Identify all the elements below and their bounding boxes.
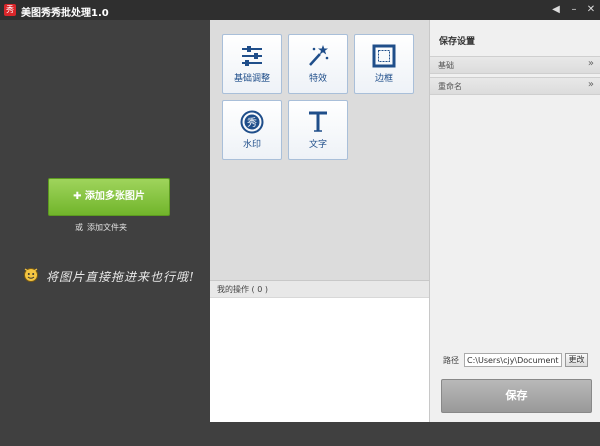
tool-text[interactable]: 文字 bbox=[288, 100, 348, 160]
tool-effects[interactable]: 特效 bbox=[288, 34, 348, 94]
my-operations-list[interactable] bbox=[210, 298, 429, 422]
change-path-button[interactable]: 更改 bbox=[565, 353, 588, 367]
sliders-icon bbox=[242, 46, 262, 66]
my-operations-label: 我的操作 ( 0 ) bbox=[217, 285, 268, 294]
section-basic[interactable]: 基础 » bbox=[430, 56, 600, 74]
or-label: 或 bbox=[75, 223, 83, 232]
add-images-button[interactable]: ✚ 添加多张图片 bbox=[48, 178, 170, 216]
magic-wand-icon bbox=[309, 45, 329, 66]
save-button[interactable]: 保存 bbox=[441, 379, 592, 413]
double-chevron-right-icon: » bbox=[587, 79, 594, 90]
tool-label: 边框 bbox=[374, 74, 393, 84]
window-title: 美图秀秀批处理1.0 bbox=[21, 8, 109, 19]
tool-watermark[interactable]: 秀 水印 bbox=[222, 100, 282, 160]
add-folder-link[interactable]: 添加文件夹 bbox=[87, 222, 127, 233]
tool-label: 水印 bbox=[242, 140, 261, 150]
double-chevron-right-icon: » bbox=[587, 58, 594, 69]
bottom-border bbox=[210, 422, 600, 446]
watermark-icon: 秀 bbox=[240, 110, 264, 134]
app-logo-icon: 秀 bbox=[4, 4, 16, 16]
my-operations-header: 我的操作 ( 0 ) bbox=[210, 280, 429, 298]
save-settings-title: 保存设置 bbox=[439, 37, 476, 47]
drag-hint-text: 将图片直接拖进来也行哦! bbox=[46, 270, 195, 284]
tool-basic-adjust[interactable]: 基础调整 bbox=[222, 34, 282, 94]
tool-frame[interactable]: 边框 bbox=[354, 34, 414, 94]
path-input[interactable] bbox=[464, 353, 562, 367]
svg-text:秀: 秀 bbox=[247, 117, 257, 129]
smiley-icon bbox=[24, 268, 38, 282]
section-label: 重命名 bbox=[438, 82, 462, 91]
section-rename[interactable]: 重命名 » bbox=[430, 77, 600, 95]
text-icon bbox=[309, 111, 327, 132]
tool-label: 基础调整 bbox=[233, 74, 270, 84]
pin-icon[interactable]: ◀ bbox=[548, 2, 564, 18]
frame-icon bbox=[372, 44, 396, 68]
path-label: 路径 bbox=[443, 356, 459, 365]
tool-label: 文字 bbox=[308, 140, 327, 150]
image-drop-area[interactable]: ✚ 添加多张图片 或 添加文件夹 将图片直接拖进来也行哦! bbox=[0, 20, 210, 446]
title-bar: 秀 美图秀秀批处理1.0 ◀ – ✕ bbox=[0, 0, 600, 20]
close-button[interactable]: ✕ bbox=[583, 2, 599, 18]
section-label: 基础 bbox=[438, 61, 454, 70]
minimize-button[interactable]: – bbox=[566, 2, 582, 18]
tool-label: 特效 bbox=[308, 74, 327, 84]
save-settings-panel: 保存设置 基础 » 重命名 » 路径 更改 保存 bbox=[429, 20, 600, 422]
